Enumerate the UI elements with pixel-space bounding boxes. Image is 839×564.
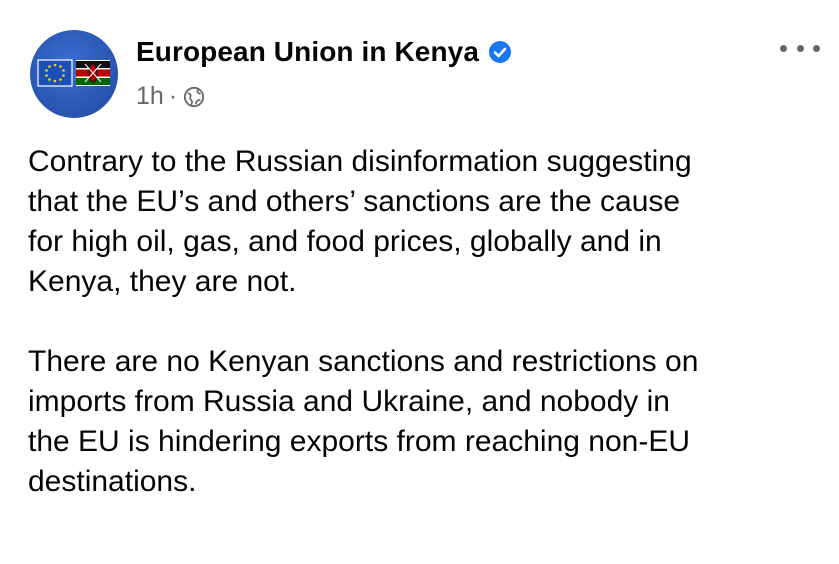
eu-kenya-flag-logo <box>37 59 110 87</box>
post-timestamp[interactable]: 1h <box>136 82 164 111</box>
post-header: European Union in Kenya 1h · <box>30 30 820 120</box>
post-paragraph: There are no Kenyan sanctions and restri… <box>28 345 699 498</box>
globe-icon[interactable] <box>183 86 205 108</box>
post-body: Contrary to the Russian disinformation s… <box>28 142 818 542</box>
more-options-icon <box>796 44 804 52</box>
verified-badge-icon <box>489 41 512 63</box>
more-options-button[interactable] <box>780 38 820 58</box>
post-paragraph: Contrary to the Russian disinformation s… <box>28 145 692 298</box>
page-name-row: European Union in Kenya <box>136 36 512 68</box>
post-meta: 1h · <box>136 82 205 111</box>
more-options-icon <box>813 44 820 52</box>
page-name[interactable]: European Union in Kenya <box>136 36 479 68</box>
meta-separator: · <box>168 82 178 110</box>
facebook-post: European Union in Kenya 1h · Contrary to… <box>0 0 839 564</box>
more-options-icon <box>780 44 787 52</box>
page-avatar[interactable] <box>30 30 118 118</box>
